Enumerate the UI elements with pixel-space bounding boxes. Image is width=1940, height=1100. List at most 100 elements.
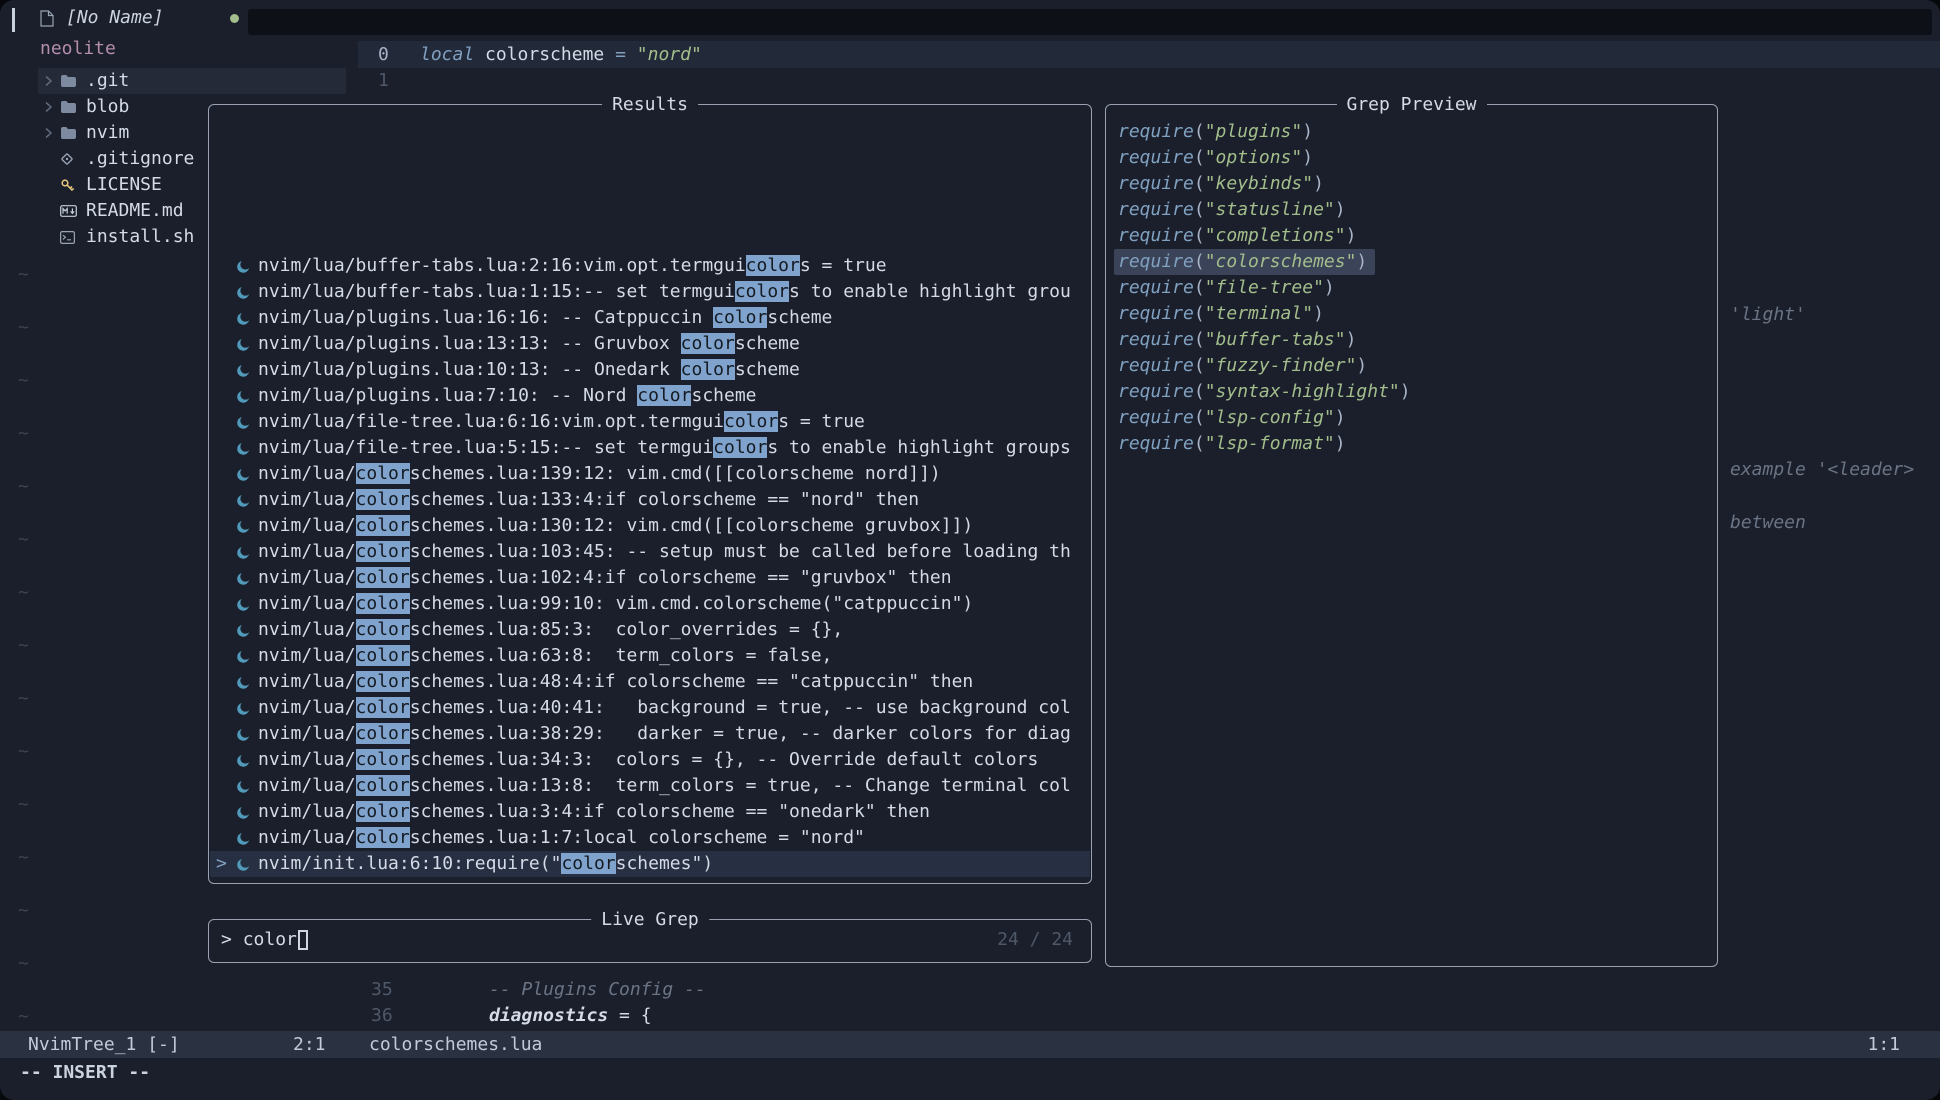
live-grep-title: Live Grep bbox=[591, 907, 709, 933]
preview-line-text: require("statusline") bbox=[1118, 199, 1346, 220]
result-text: nvim/lua/buffer-tabs.lua:1:15:-- set ter… bbox=[258, 279, 1071, 305]
string-token: "file-tree" bbox=[1205, 277, 1324, 298]
tilde-marker: ~ bbox=[18, 619, 29, 672]
match-highlight: color bbox=[356, 775, 410, 796]
lua-moon-icon bbox=[236, 571, 258, 586]
preview-line-text: require("file-tree") bbox=[1118, 277, 1335, 298]
result-row[interactable]: nvim/lua/colorschemes.lua:102:4:if color… bbox=[210, 565, 1090, 591]
prompt-chevron: > bbox=[221, 920, 243, 960]
preview-line: require("options") bbox=[1118, 145, 1713, 171]
buffer-tab[interactable]: [No Name] bbox=[40, 5, 239, 31]
preview-line-highlight: require("colorschemes") bbox=[1114, 249, 1375, 275]
paren-token: ) bbox=[1324, 277, 1335, 298]
preview-line-text: require("terminal") bbox=[1118, 303, 1324, 324]
result-text: nvim/lua/colorschemes.lua:1:7:local colo… bbox=[258, 825, 865, 851]
match-highlight: color bbox=[713, 437, 767, 458]
tilde-marker: ~ bbox=[18, 672, 29, 725]
result-row[interactable]: nvim/lua/buffer-tabs.lua:2:16:vim.opt.te… bbox=[210, 253, 1090, 279]
grep-prompt-input[interactable]: > color bbox=[221, 920, 308, 960]
result-row[interactable]: nvim/lua/colorschemes.lua:13:8: term_col… bbox=[210, 773, 1090, 799]
chevron-right-icon bbox=[44, 101, 60, 113]
live-grep-window[interactable]: Live Grep > color 24 / 24 bbox=[208, 919, 1092, 963]
tree-item-label: README.md bbox=[86, 198, 184, 224]
paren-token: ( bbox=[1194, 329, 1205, 350]
paren-token: ( bbox=[1194, 121, 1205, 142]
preview-line-text: require("syntax-highlight") bbox=[1118, 381, 1411, 402]
string-token: "nord" bbox=[637, 44, 702, 65]
result-row[interactable]: nvim/lua/plugins.lua:13:13: -- Gruvbox c… bbox=[210, 331, 1090, 357]
statusline: NvimTree_1 [-] 2:1 colorschemes.lua 1:1 bbox=[0, 1031, 1940, 1058]
result-row[interactable]: nvim/lua/colorschemes.lua:34:3: colors =… bbox=[210, 747, 1090, 773]
result-row[interactable]: nvim/lua/colorschemes.lua:133:4:if color… bbox=[210, 487, 1090, 513]
result-row[interactable]: nvim/lua/colorschemes.lua:99:10: vim.cmd… bbox=[210, 591, 1090, 617]
code-line: diagnostics = { bbox=[489, 1003, 652, 1029]
string-token: "keybinds" bbox=[1205, 173, 1313, 194]
statusline-filename: colorschemes.lua bbox=[369, 1031, 542, 1058]
result-text: nvim/lua/plugins.lua:13:13: -- Gruvbox c… bbox=[258, 331, 800, 357]
string-token: "fuzzy-finder" bbox=[1205, 355, 1357, 376]
string-token: "completions" bbox=[1205, 225, 1346, 246]
result-row[interactable]: nvim/lua/colorschemes.lua:1:7:local colo… bbox=[210, 825, 1090, 851]
tree-item-label: nvim bbox=[86, 120, 129, 146]
result-row[interactable]: nvim/lua/colorschemes.lua:40:41: backgro… bbox=[210, 695, 1090, 721]
preview-line-text: require("keybinds") bbox=[1118, 173, 1324, 194]
result-row[interactable]: nvim/lua/plugins.lua:10:13: -- Onedark c… bbox=[210, 357, 1090, 383]
result-row[interactable]: nvim/lua/plugins.lua:16:16: -- Catppucci… bbox=[210, 305, 1090, 331]
result-text: nvim/lua/colorschemes.lua:85:3: color_ov… bbox=[258, 617, 843, 643]
result-row[interactable]: nvim/lua/colorschemes.lua:3:4:if colorsc… bbox=[210, 799, 1090, 825]
mode-indicator: -- INSERT -- bbox=[20, 1058, 150, 1088]
result-row[interactable]: >nvim/init.lua:6:10:require("colorscheme… bbox=[210, 851, 1090, 877]
line-number: 1 bbox=[378, 68, 389, 94]
folder-icon bbox=[60, 100, 86, 114]
terminal-icon bbox=[60, 231, 86, 244]
preview-lines: require("plugins")require("options")requ… bbox=[1118, 119, 1713, 457]
paren-token: ( bbox=[1194, 381, 1205, 402]
result-row[interactable]: nvim/lua/colorschemes.lua:63:8: term_col… bbox=[210, 643, 1090, 669]
require-token: require bbox=[1118, 329, 1194, 350]
result-row[interactable]: nvim/lua/colorschemes.lua:130:12: vim.cm… bbox=[210, 513, 1090, 539]
identifier-token: colorscheme bbox=[485, 44, 615, 65]
paren-token: ) bbox=[1335, 199, 1346, 220]
string-token: "statusline" bbox=[1205, 199, 1335, 220]
match-highlight: color bbox=[713, 307, 767, 328]
result-row[interactable]: nvim/lua/colorschemes.lua:48:4:if colors… bbox=[210, 669, 1090, 695]
line-number: 0 bbox=[378, 41, 389, 68]
comment-line: -- Plugins Config -- bbox=[489, 977, 706, 1003]
string-token: "plugins" bbox=[1205, 121, 1303, 142]
code-fragment: between bbox=[1730, 510, 1806, 536]
code-token: = { bbox=[608, 1005, 651, 1026]
preview-title: Grep Preview bbox=[1336, 92, 1486, 118]
match-highlight: color bbox=[356, 645, 410, 666]
preview-line-text: require("lsp-format") bbox=[1118, 433, 1346, 454]
lua-moon-icon bbox=[236, 467, 258, 482]
require-token: require bbox=[1118, 381, 1194, 402]
result-row[interactable]: nvim/lua/colorschemes.lua:85:3: color_ov… bbox=[210, 617, 1090, 643]
empty-line-tildes: ~~~~~~~~~~~~~~~ bbox=[18, 248, 29, 1043]
result-row[interactable]: nvim/lua/file-tree.lua:5:15:-- set termg… bbox=[210, 435, 1090, 461]
lua-moon-icon bbox=[236, 857, 258, 872]
operator-token: = bbox=[615, 44, 637, 65]
result-text: nvim/lua/plugins.lua:16:16: -- Catppucci… bbox=[258, 305, 832, 331]
preview-line: require("lsp-format") bbox=[1118, 431, 1713, 457]
result-row[interactable]: nvim/lua/file-tree.lua:6:16:vim.opt.term… bbox=[210, 409, 1090, 435]
result-row[interactable]: nvim/lua/colorschemes.lua:103:45: -- set… bbox=[210, 539, 1090, 565]
result-row[interactable]: nvim/lua/colorschemes.lua:139:12: vim.cm… bbox=[210, 461, 1090, 487]
preview-line-text: require("plugins") bbox=[1118, 121, 1313, 142]
paren-token: ( bbox=[1194, 199, 1205, 220]
tree-item-git[interactable]: .git bbox=[38, 68, 346, 94]
match-highlight: color bbox=[356, 801, 410, 822]
tilde-marker: ~ bbox=[18, 831, 29, 884]
match-highlight: color bbox=[724, 411, 778, 432]
result-text: nvim/lua/file-tree.lua:5:15:-- set termg… bbox=[258, 435, 1071, 461]
require-token: require bbox=[1118, 251, 1194, 272]
result-row[interactable]: nvim/lua/colorschemes.lua:38:29: darker … bbox=[210, 721, 1090, 747]
result-row[interactable]: nvim/lua/buffer-tabs.lua:1:15:-- set ter… bbox=[210, 279, 1090, 305]
result-text: nvim/lua/colorschemes.lua:103:45: -- set… bbox=[258, 539, 1071, 565]
modified-dot-icon bbox=[230, 14, 239, 23]
result-row[interactable]: nvim/lua/plugins.lua:7:10: -- Nord color… bbox=[210, 383, 1090, 409]
preview-line: require("file-tree") bbox=[1118, 275, 1713, 301]
preview-line: require("lsp-config") bbox=[1118, 405, 1713, 431]
result-text: nvim/lua/colorschemes.lua:34:3: colors =… bbox=[258, 747, 1038, 773]
match-highlight: color bbox=[356, 697, 410, 718]
chevron-right-icon bbox=[44, 75, 60, 87]
